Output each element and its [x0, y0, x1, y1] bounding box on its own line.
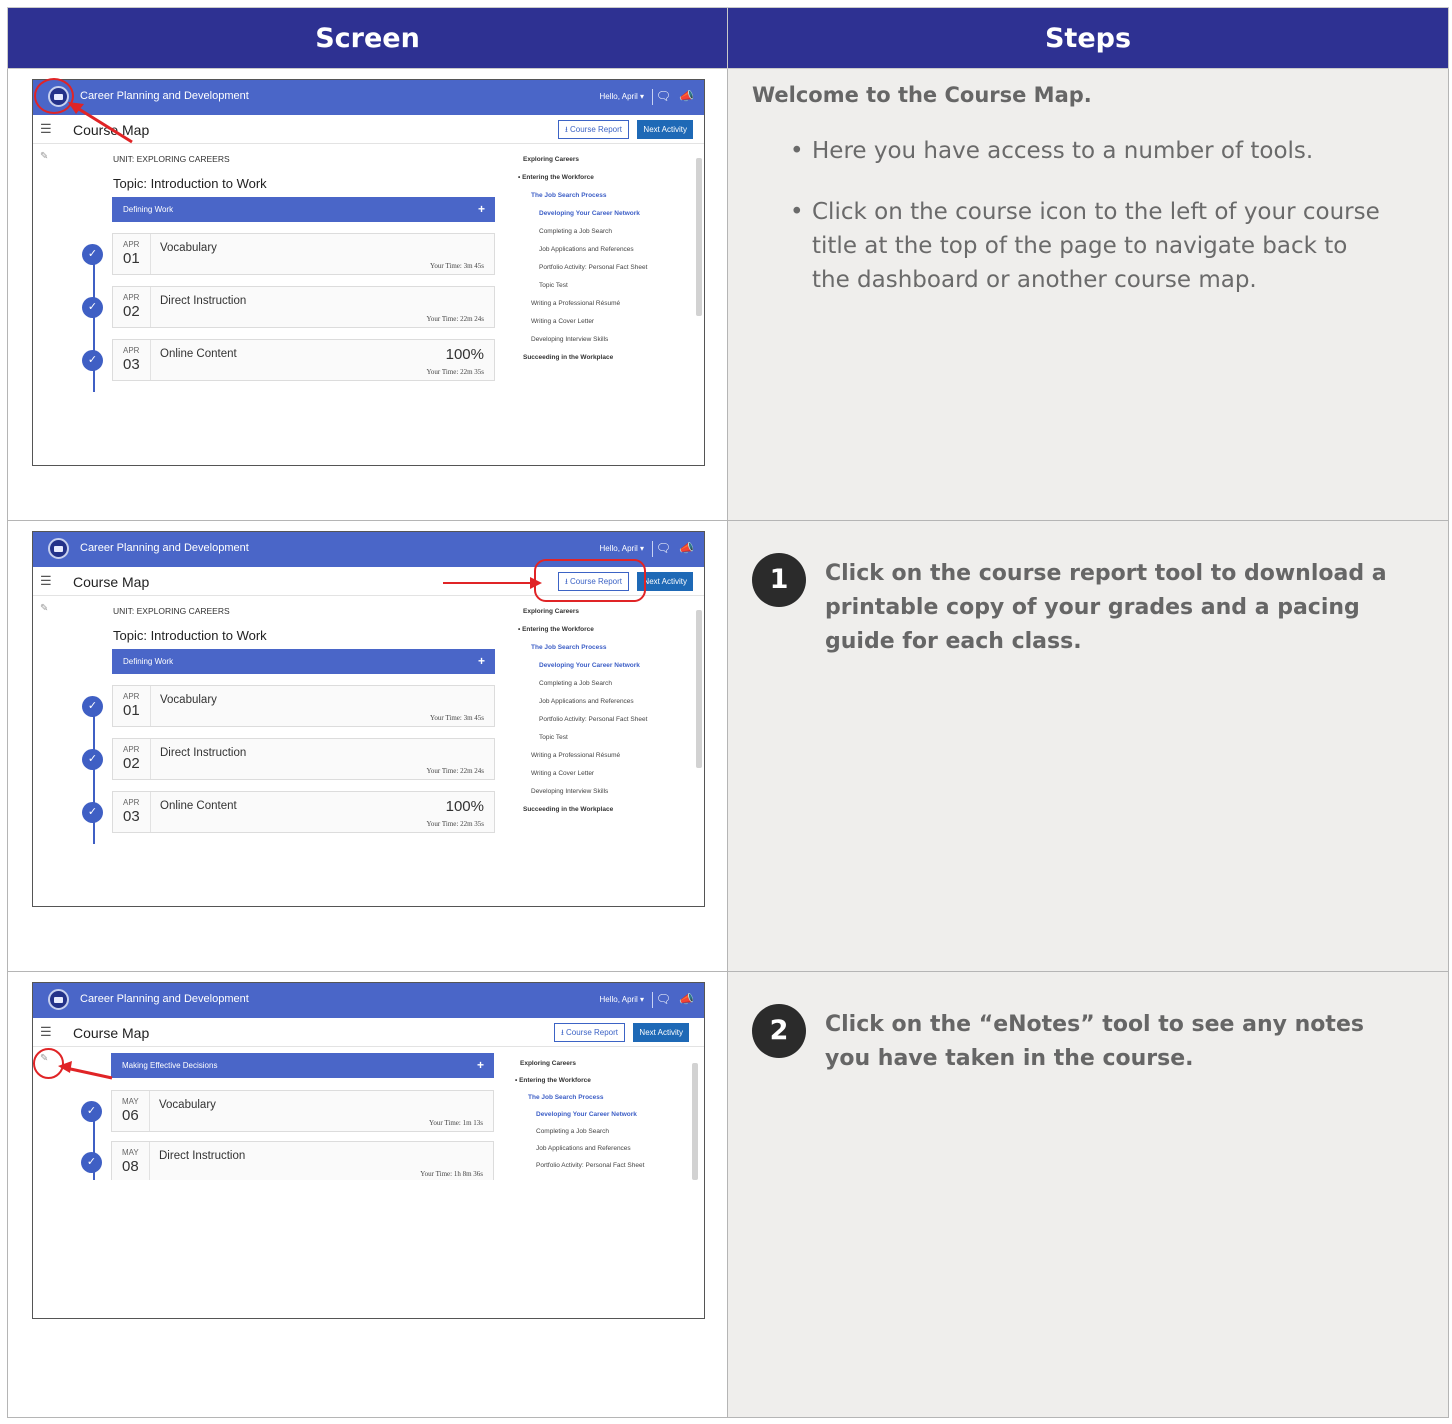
- steps-cell-3: 2 Click on the “eNotes” tool to see any …: [727, 971, 1449, 1418]
- welcome-bullets: • Here you have access to a number of too…: [790, 134, 1390, 324]
- bullet-item: • Click on the course icon to the left of…: [790, 199, 1380, 293]
- screen-cell-2: Career Planning and Development Hello, A…: [7, 520, 728, 972]
- screen-cell-1: Career Planning and Development Hello, A…: [7, 68, 728, 521]
- header-row: Screen Steps: [7, 7, 1449, 69]
- steps-cell-1: Welcome to the Course Map. • Here you hav…: [727, 68, 1449, 521]
- steps-header: Steps: [727, 7, 1449, 69]
- bullet-item: • Here you have access to a number of too…: [790, 138, 1314, 164]
- step-number-badge: 2: [752, 1004, 806, 1058]
- guide-row-step-2: Career Planning and Development Hello, A…: [7, 971, 1449, 1418]
- guide-row-step-1: Career Planning and Development Hello, A…: [7, 520, 1449, 972]
- steps-cell-2: 1 Click on the course report tool to dow…: [727, 520, 1449, 972]
- step-number-badge: 1: [752, 553, 806, 607]
- screen-cell-3: Career Planning and Development Hello, A…: [7, 971, 728, 1418]
- annotation-arrow: [443, 577, 542, 589]
- welcome-heading: Welcome to the Course Map.: [752, 83, 1092, 107]
- guide-row-welcome: Career Planning and Development Hello, A…: [7, 68, 1449, 521]
- bullet-text: Click on the course icon to the left of …: [812, 199, 1380, 293]
- guide-page: Screen Steps Career Planning and Develop…: [7, 7, 1449, 1418]
- step-instruction: Click on the “eNotes” tool to see any no…: [825, 1012, 1364, 1071]
- step-instruction: Click on the course report tool to downl…: [825, 561, 1387, 654]
- guide-table: Screen Steps Career Planning and Develop…: [7, 7, 1449, 1418]
- annotation-arrow: [58, 1061, 113, 1080]
- bullet-text: Here you have access to a number of tool…: [812, 138, 1314, 164]
- screen-header: Screen: [7, 7, 728, 69]
- annotation-arrow: [68, 102, 133, 144]
